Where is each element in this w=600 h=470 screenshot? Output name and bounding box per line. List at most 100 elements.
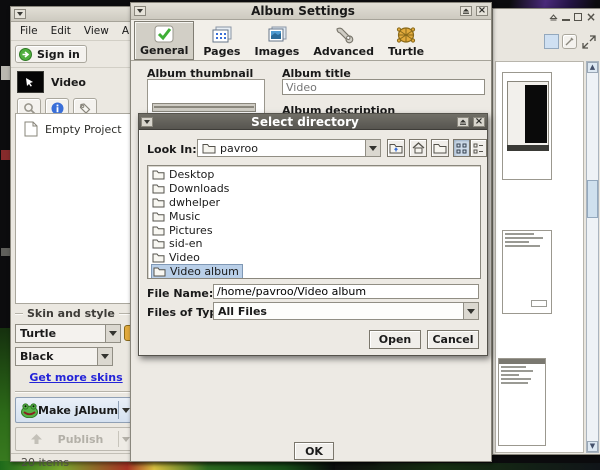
cancel-label: Cancel: [432, 333, 473, 346]
sign-in-icon: [19, 48, 32, 61]
selected-tool-button[interactable]: [544, 34, 559, 49]
folder-row-music[interactable]: Music: [149, 209, 479, 223]
wrench-icon: [334, 26, 354, 44]
pencil-icon: [565, 37, 574, 46]
folder-icon: [152, 183, 165, 194]
look-in-label: Look In:: [147, 143, 197, 156]
icons-view-button[interactable]: [453, 139, 470, 157]
upload-arrow-icon: [30, 433, 43, 445]
file-name-input[interactable]: [213, 284, 479, 299]
new-folder-icon: [433, 142, 447, 154]
select-directory-dialog: Select directory × Look In: pavroo: [138, 113, 488, 356]
folder-row-pictures[interactable]: Pictures: [149, 223, 479, 237]
close-icon: ×: [478, 6, 486, 16]
tab-images[interactable]: Images: [249, 23, 304, 60]
folder-icon: [153, 266, 166, 277]
look-in-combo[interactable]: pavroo: [197, 139, 381, 157]
page-thumbnail[interactable]: [498, 358, 546, 446]
sign-in-button[interactable]: Sign in: [15, 45, 87, 63]
shade-button[interactable]: [460, 6, 472, 16]
view-toggle-group: [453, 139, 487, 157]
up-folder-icon: [389, 142, 403, 154]
folder-icon: [152, 211, 165, 222]
window-menu-icon: [17, 12, 23, 16]
menu-view[interactable]: View: [79, 23, 114, 39]
sign-in-label: Sign in: [37, 48, 80, 61]
folder-row-desktop[interactable]: Desktop: [149, 168, 479, 182]
folder-row-downloads[interactable]: Downloads: [149, 182, 479, 196]
settings-title: Album Settings: [150, 4, 456, 18]
settings-tabs: General Pages Images: [131, 20, 491, 61]
home-button[interactable]: [409, 139, 427, 157]
folder-icon: [202, 142, 216, 154]
background-window-controls: ×: [549, 11, 596, 23]
scroll-up-arrow[interactable]: ▲: [587, 62, 598, 73]
files-of-type-value: All Files: [214, 305, 463, 318]
background-window: ×: [492, 8, 600, 455]
photo-stack-icon: [267, 26, 287, 44]
minimize-button[interactable]: [562, 13, 570, 21]
shade-button[interactable]: [549, 13, 558, 22]
scrollbar-thumb[interactable]: [587, 180, 598, 218]
edit-button[interactable]: [562, 34, 577, 49]
window-menu-button[interactable]: [134, 6, 146, 16]
new-folder-button[interactable]: [431, 139, 449, 157]
chevron-down-icon: [105, 325, 120, 342]
close-button[interactable]: ×: [586, 11, 596, 23]
folder-icon: [152, 252, 165, 263]
style-combo[interactable]: Black: [15, 347, 113, 366]
look-in-value: pavroo: [220, 142, 365, 155]
folder-row-video[interactable]: Video: [149, 251, 479, 265]
turtle-icon: [396, 26, 416, 44]
ok-label: OK: [305, 445, 323, 458]
publish-button[interactable]: Publish: [15, 427, 133, 451]
folder-row-video-album[interactable]: Video album: [149, 265, 479, 279]
close-button[interactable]: ×: [476, 6, 488, 16]
folder-row-dwhelper[interactable]: dwhelper: [149, 196, 479, 210]
close-button[interactable]: ×: [473, 117, 485, 127]
maximize-icon: [459, 118, 467, 126]
open-button[interactable]: Open: [369, 330, 421, 349]
maximize-button[interactable]: [457, 117, 469, 127]
window-menu-button[interactable]: [141, 117, 153, 127]
status-text: 20 items: [21, 456, 69, 469]
get-more-skins-link[interactable]: Get more skins: [29, 371, 122, 384]
ok-button[interactable]: OK: [294, 442, 334, 460]
album-title-input[interactable]: [282, 79, 485, 95]
fullscreen-button[interactable]: [581, 34, 597, 50]
window-menu-icon: [144, 120, 150, 124]
tab-pages[interactable]: Pages: [198, 23, 245, 60]
get-more-skins[interactable]: Get more skins: [15, 371, 137, 384]
album-thumbnail-box[interactable]: [147, 79, 265, 115]
document-icon: [24, 121, 38, 137]
tab-advanced[interactable]: Advanced: [308, 23, 379, 60]
scrollbar[interactable]: ▲ ▼: [586, 61, 599, 453]
chevron-down-icon: [463, 303, 478, 319]
window-menu-button[interactable]: [14, 9, 26, 19]
menu-file[interactable]: File: [15, 23, 43, 39]
folder-icon: [152, 238, 165, 249]
tab-general[interactable]: General: [134, 21, 194, 60]
page-thumbnail[interactable]: [502, 72, 552, 180]
maximize-button[interactable]: [574, 13, 582, 21]
up-folder-button[interactable]: [387, 139, 405, 157]
page-thumbnail[interactable]: [502, 230, 552, 314]
scroll-down-arrow[interactable]: ▼: [587, 441, 598, 452]
files-of-type-combo[interactable]: All Files: [213, 302, 479, 320]
make-album-button[interactable]: Make jAlbum: [15, 397, 133, 423]
skin-combo[interactable]: Turtle: [15, 324, 121, 343]
details-view-button[interactable]: [470, 139, 487, 157]
file-name-label: File Name:: [147, 287, 213, 300]
menu-edit[interactable]: Edit: [46, 23, 76, 39]
home-icon: [412, 142, 425, 154]
cancel-button[interactable]: Cancel: [427, 330, 479, 349]
skin-section-separator: Skin and style: [15, 307, 137, 320]
expand-arrows-icon: [581, 34, 597, 50]
thumbnail-panel: [495, 61, 584, 453]
file-dialog-titlebar: Select directory ×: [139, 114, 487, 130]
folder-icon: [152, 169, 165, 180]
folder-row-sid-en[interactable]: sid-en: [149, 237, 479, 251]
folder-list[interactable]: Desktop Downloads dwhelper Music Picture…: [147, 165, 481, 279]
tab-turtle[interactable]: Turtle: [383, 23, 429, 60]
style-combo-value: Black: [16, 350, 97, 363]
